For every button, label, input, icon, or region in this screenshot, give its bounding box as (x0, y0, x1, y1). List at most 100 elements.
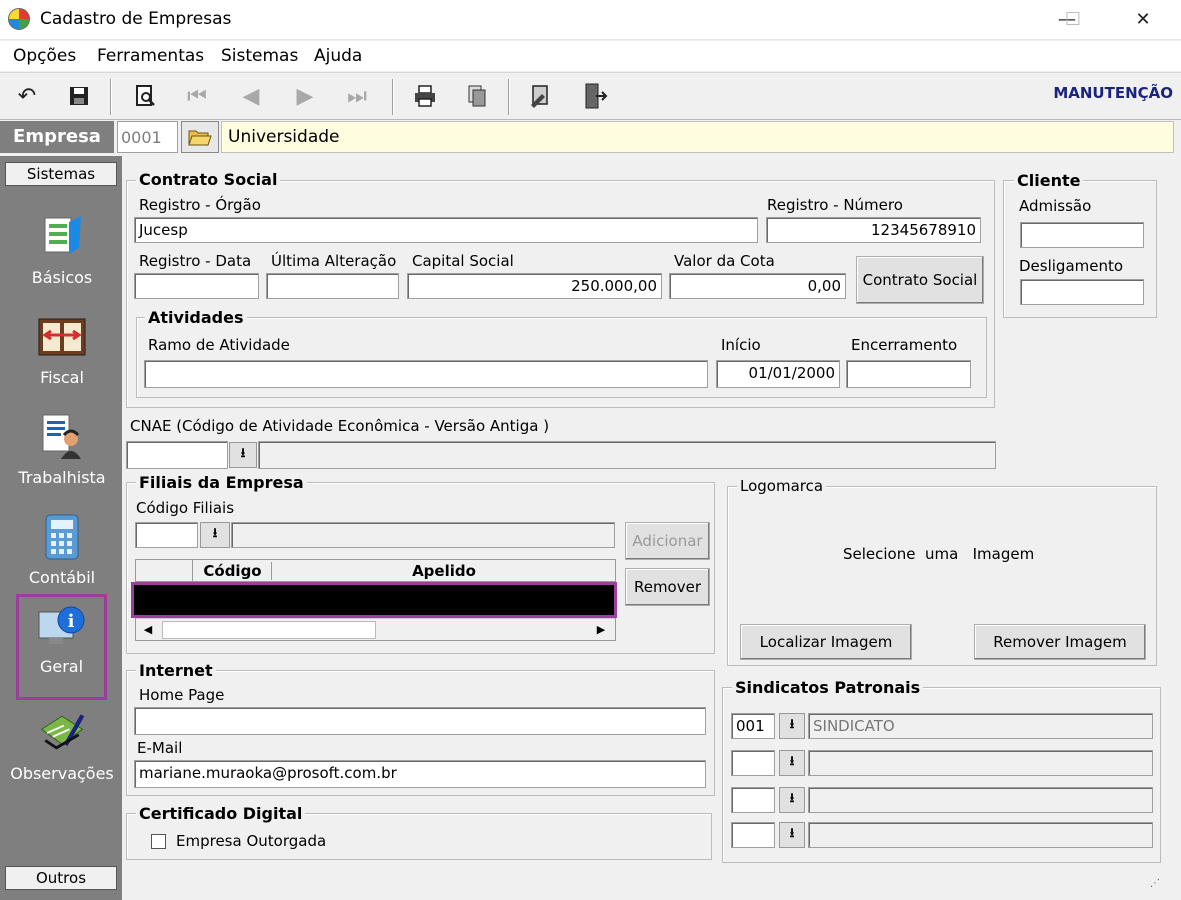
ramo-atividade-label: Ramo de Atividade (148, 336, 290, 354)
sidebar-item-label: Observações (10, 764, 114, 783)
cnae-description-field (258, 441, 996, 469)
scrollbar-thumb[interactable] (162, 621, 376, 639)
adicionar-button[interactable]: Adicionar (625, 522, 710, 560)
codigo-filiais-field[interactable] (135, 522, 198, 548)
valor-cota-field[interactable]: 0,00 (669, 273, 846, 299)
open-folder-button[interactable] (181, 121, 219, 153)
grid-column-apelido[interactable]: Apelido (273, 562, 615, 580)
grid-horizontal-scrollbar[interactable]: ◀ ▶ (136, 618, 615, 640)
cnae-field[interactable] (126, 441, 228, 469)
valor-cota-label: Valor da Cota (674, 252, 775, 270)
close-button[interactable]: ✕ (1120, 0, 1166, 40)
ultima-alteracao-field[interactable] (266, 273, 399, 299)
ramo-atividade-field[interactable] (144, 360, 708, 388)
sindicato-code-field[interactable] (731, 750, 775, 776)
admissao-field[interactable] (1020, 222, 1144, 248)
remover-button[interactable]: Remover (625, 568, 710, 606)
desligamento-field[interactable] (1020, 279, 1144, 305)
sindicatos-title: Sindicatos Patronais (732, 678, 924, 697)
sidebar-footer-outros[interactable]: Outros (5, 866, 117, 890)
filiais-description-field (231, 522, 615, 548)
admissao-label: Admissão (1019, 197, 1092, 215)
home-page-field[interactable] (134, 707, 706, 735)
download-arrow-icon: ⭳ (789, 717, 795, 732)
sidebar: Sistemas Básicos Fiscal Trabalhista Cont… (0, 156, 122, 900)
inicio-field[interactable]: 01/01/2000 (716, 360, 840, 388)
menu-ajuda[interactable]: Ajuda (314, 46, 362, 66)
inicio-label: Início (721, 336, 761, 354)
logomarca-placeholder: Selecione uma Imagem (843, 545, 1035, 563)
cliente-title: Cliente (1014, 171, 1084, 190)
capital-social-field[interactable]: 250.000,00 (407, 273, 662, 299)
trabalhista-icon (36, 412, 88, 462)
sindicato-dropdown-button[interactable]: ⭳ (779, 787, 805, 813)
contrato-social-button[interactable]: Contrato Social (856, 256, 984, 304)
menu-opcoes[interactable]: Opções (13, 46, 76, 66)
grid-column-codigo[interactable]: Código (194, 562, 272, 580)
sidebar-item-geral[interactable]: i Geral (16, 594, 107, 700)
localizar-imagem-button[interactable]: Localizar Imagem (740, 624, 912, 660)
print-icon[interactable] (408, 79, 442, 113)
email-field[interactable]: mariane.muraoka@prosoft.com.br (134, 760, 706, 788)
sindicato-code-field[interactable]: 001 (731, 713, 775, 739)
sidebar-item-label: Geral (39, 657, 84, 676)
registro-data-field[interactable] (134, 273, 259, 299)
sidebar-item-basicos[interactable]: Básicos (10, 208, 114, 304)
sidebar-item-trabalhista[interactable]: Trabalhista (10, 408, 114, 504)
contrato-social-title: Contrato Social (136, 170, 281, 189)
internet-title: Internet (136, 661, 216, 680)
registro-orgao-field[interactable]: Jucesp (134, 217, 758, 243)
sidebar-item-observacoes[interactable]: Observações (10, 704, 114, 800)
empresa-code-field[interactable]: 0001 (117, 121, 178, 153)
last-record-icon[interactable]: ⏭ (340, 79, 374, 113)
grid-header: Código Apelido (136, 560, 615, 582)
maximize-button[interactable]: ☐ (1050, 0, 1096, 40)
empresa-name-field[interactable]: Universidade (221, 121, 1174, 153)
empresa-outorgada-label: Empresa Outorgada (176, 832, 327, 850)
sidebar-item-contabil[interactable]: Contábil (10, 508, 114, 604)
save-icon[interactable] (62, 79, 96, 113)
tools-icon[interactable] (524, 79, 558, 113)
encerramento-field[interactable] (846, 360, 971, 388)
sindicato-name-field (808, 787, 1153, 813)
previous-record-icon[interactable]: ◀ (234, 79, 268, 113)
filiais-dropdown-button[interactable]: ⭳ (200, 522, 230, 548)
sidebar-item-fiscal[interactable]: Fiscal (10, 308, 114, 404)
atividades-title: Atividades (145, 308, 247, 327)
menu-sistemas[interactable]: Sistemas (221, 46, 298, 66)
redacted-row (131, 582, 617, 618)
sindicato-code-field[interactable] (731, 787, 775, 813)
resize-grip-icon[interactable]: ⋰ (1150, 878, 1166, 894)
download-arrow-icon: ⭳ (789, 826, 795, 841)
exit-icon[interactable] (578, 79, 612, 113)
menu-ferramentas[interactable]: Ferramentas (97, 46, 204, 66)
preview-icon[interactable] (128, 79, 162, 113)
registro-numero-field[interactable]: 12345678910 (766, 217, 981, 243)
fiscal-icon (36, 312, 88, 362)
toolbar-separator (110, 79, 112, 115)
sindicato-dropdown-button[interactable]: ⭳ (779, 750, 805, 776)
scroll-left-icon[interactable]: ◀ (138, 621, 158, 639)
remover-imagem-button[interactable]: Remover Imagem (974, 624, 1146, 660)
download-arrow-icon: ⭳ (212, 526, 218, 541)
capital-social-label: Capital Social (412, 252, 514, 270)
scroll-right-icon[interactable]: ▶ (591, 621, 611, 639)
mode-label: MANUTENÇÃO (1053, 84, 1173, 102)
title-bar: Cadastro de Empresas — ☐ ✕ (0, 0, 1181, 40)
sindicato-dropdown-button[interactable]: ⭳ (779, 822, 805, 848)
svg-text:i: i (67, 611, 74, 632)
ultima-alteracao-label: Última Alteração (271, 252, 397, 270)
registro-numero-label: Registro - Número (767, 196, 903, 214)
next-record-icon[interactable]: ▶ (288, 79, 322, 113)
window-title: Cadastro de Empresas (40, 9, 232, 29)
sidebar-header-sistemas[interactable]: Sistemas (5, 162, 117, 186)
folder-icon (188, 130, 212, 146)
desligamento-label: Desligamento (1019, 257, 1124, 275)
sindicato-code-field[interactable] (731, 822, 775, 848)
empresa-outorgada-checkbox[interactable] (151, 834, 166, 849)
batch-print-icon[interactable] (460, 79, 494, 113)
sindicato-dropdown-button[interactable]: ⭳ (779, 713, 805, 739)
undo-icon[interactable]: ↶ (10, 79, 44, 113)
cnae-dropdown-button[interactable]: ⭳ (229, 442, 257, 468)
first-record-icon[interactable]: ⏮ (180, 79, 214, 113)
